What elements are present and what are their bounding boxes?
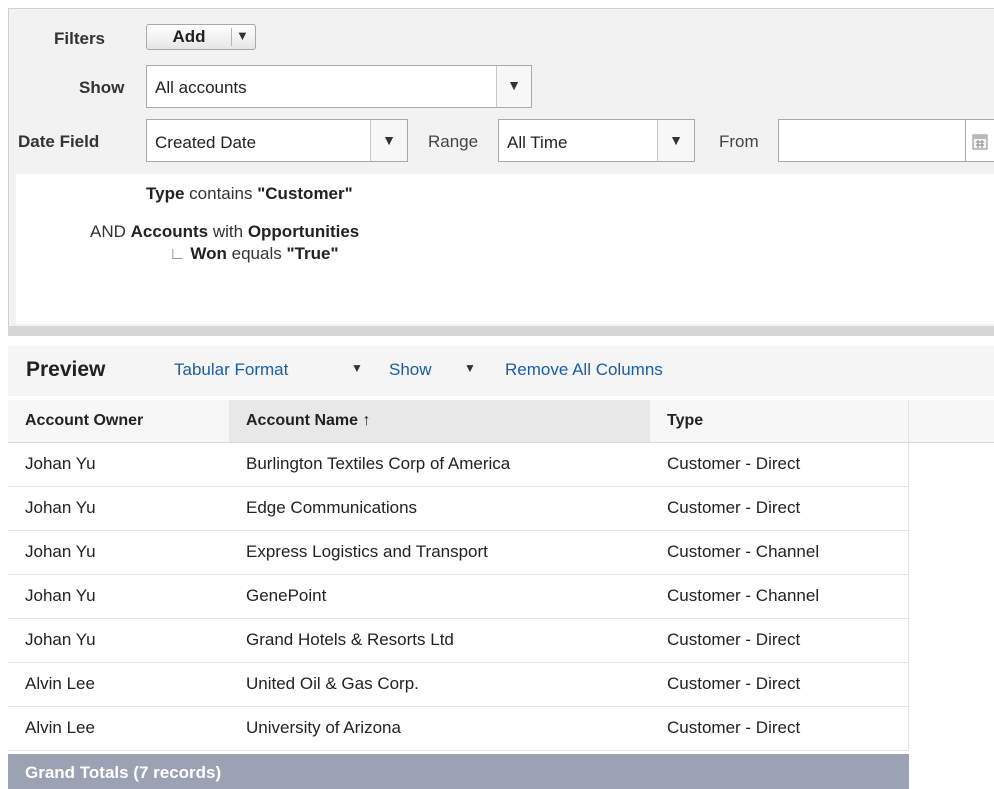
filter-logic-area: Type contains "Customer" AND Accounts wi… <box>16 174 994 324</box>
cell-owner: Alvin Lee <box>8 662 229 707</box>
filter-related-object: Opportunities <box>247 222 360 241</box>
filter-subfield: Won <box>190 244 227 263</box>
cell-type: Customer - Channel <box>650 574 909 619</box>
column-header-account-name[interactable]: Account Name ↑ <box>229 400 650 443</box>
panel-splitter[interactable] <box>8 326 994 336</box>
cell-owner: Johan Yu <box>8 442 229 487</box>
from-date-input[interactable] <box>778 119 966 162</box>
cell-type: Customer - Direct <box>650 706 909 751</box>
cell-type: Customer - Channel <box>650 530 909 575</box>
table-row: Johan Yu Grand Hotels & Resorts Ltd Cust… <box>8 618 994 663</box>
grand-totals-row: Grand Totals (7 records) <box>8 754 909 789</box>
filter-subvalue: "True" <box>286 244 339 263</box>
chevron-down-icon[interactable]: ▼ <box>464 361 476 375</box>
button-divider <box>231 28 232 46</box>
cell-type: Customer - Direct <box>650 442 909 487</box>
date-field-select[interactable]: Created Date ▼ <box>146 119 408 162</box>
cell-account-name: United Oil & Gas Corp. <box>229 662 650 707</box>
date-field-toggle[interactable]: ▼ <box>370 120 407 161</box>
cell-account-name: Edge Communications <box>229 486 650 531</box>
chevron-down-icon: ▼ <box>382 132 396 148</box>
cell-type: Customer - Direct <box>650 486 909 531</box>
add-button-label: Add <box>172 27 206 46</box>
chevron-down-icon: ▼ <box>507 77 521 93</box>
filter-subcondition[interactable]: ∟ Won equals "True" <box>169 244 339 264</box>
cell-account-name: Express Logistics and Transport <box>229 530 650 575</box>
preview-table: Account Owner Account Name ↑ Type Johan … <box>8 400 994 751</box>
filter-logic-operator: AND <box>90 222 126 241</box>
date-field-value: Created Date <box>155 133 257 152</box>
range-toggle[interactable]: ▼ <box>657 120 694 161</box>
table-row: Johan Yu Express Logistics and Transport… <box>8 530 994 575</box>
format-link[interactable]: Tabular Format <box>174 360 288 380</box>
date-field-label: Date Field <box>18 132 100 151</box>
table-row: Alvin Lee University of Arizona Customer… <box>8 706 994 751</box>
table-row: Alvin Lee United Oil & Gas Corp. Custome… <box>8 662 994 707</box>
preview-title: Preview <box>26 358 106 381</box>
filter-field: Type <box>146 184 185 203</box>
cell-type: Customer - Direct <box>650 662 909 707</box>
filter-with: with <box>212 222 244 241</box>
cell-owner: Johan Yu <box>8 530 229 575</box>
show-link[interactable]: Show <box>389 360 432 380</box>
table-header-row: Account Owner Account Name ↑ Type <box>8 400 994 443</box>
filter-condition-type[interactable]: Type contains "Customer" <box>146 184 353 204</box>
show-select-toggle[interactable]: ▼ <box>496 66 531 107</box>
show-select-value: All accounts <box>155 78 247 97</box>
column-header-type[interactable]: Type <box>650 400 909 443</box>
table-row: Johan Yu GenePoint Customer - Channel <box>8 574 994 619</box>
table-row: Johan Yu Edge Communications Customer - … <box>8 486 994 531</box>
cell-owner: Johan Yu <box>8 618 229 663</box>
filter-suboperator: equals <box>231 244 282 263</box>
from-label: From <box>719 132 759 151</box>
cell-owner: Johan Yu <box>8 486 229 531</box>
show-select[interactable]: All accounts ▼ <box>146 65 532 108</box>
filter-operator: contains <box>189 184 253 203</box>
calendar-button[interactable] <box>966 119 994 162</box>
column-header-empty <box>908 400 994 443</box>
range-select[interactable]: All Time ▼ <box>498 119 695 162</box>
filter-object: Accounts <box>130 222 209 241</box>
chevron-down-icon[interactable]: ▼ <box>351 361 363 375</box>
show-label: Show <box>79 78 125 97</box>
cell-account-name: Grand Hotels & Resorts Ltd <box>229 618 650 663</box>
range-label: Range <box>428 132 479 151</box>
remove-all-columns-link[interactable]: Remove All Columns <box>505 360 663 380</box>
calendar-icon <box>972 134 988 150</box>
filters-label: Filters <box>54 29 106 48</box>
cell-type: Customer - Direct <box>650 618 909 663</box>
filter-value: "Customer" <box>257 184 353 203</box>
cell-owner: Johan Yu <box>8 574 229 619</box>
cell-account-name: University of Arizona <box>229 706 650 751</box>
table-row: Johan Yu Burlington Textiles Corp of Ame… <box>8 442 994 487</box>
tree-branch-icon: ∟ <box>169 244 186 263</box>
cell-account-name: Burlington Textiles Corp of America <box>229 442 650 487</box>
chevron-down-icon: ▼ <box>669 132 683 148</box>
preview-toolbar: Preview Tabular Format ▼ Show ▼ Remove A… <box>8 346 994 396</box>
filter-condition-cross[interactable]: AND Accounts with Opportunities <box>90 222 359 242</box>
column-header-account-owner[interactable]: Account Owner <box>8 400 229 443</box>
cell-account-name: GenePoint <box>229 574 650 619</box>
cell-owner: Alvin Lee <box>8 706 229 751</box>
chevron-down-icon[interactable]: ▼ <box>236 28 249 43</box>
add-filter-button[interactable]: Add ▼ <box>146 24 256 50</box>
range-value: All Time <box>507 133 568 152</box>
